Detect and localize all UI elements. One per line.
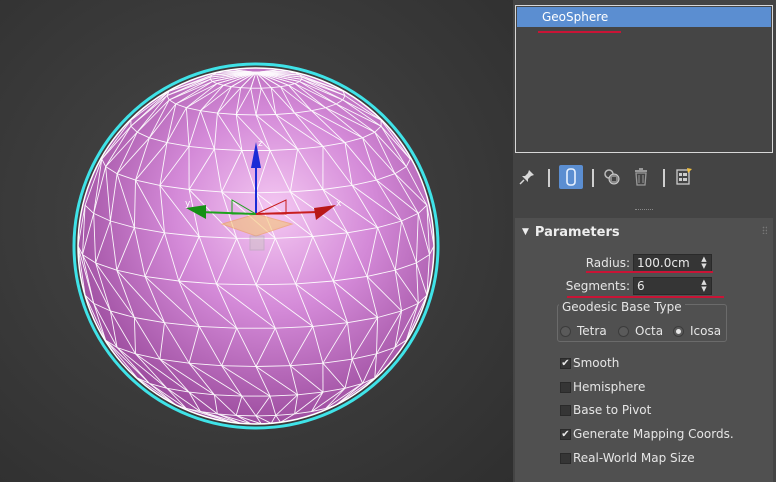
wireframe-edge <box>261 87 272 89</box>
annotation-underline <box>586 271 713 273</box>
wireframe-edge <box>240 87 251 89</box>
viewport-canvas[interactable]: z x y <box>0 0 513 482</box>
radius-spinner[interactable]: 100.0cm ▲ ▼ <box>633 254 712 272</box>
generate-mapping-coords-label: Generate Mapping Coords. <box>573 427 734 441</box>
modifier-stack-toolbar <box>513 162 776 194</box>
radio-icosa-label: Icosa <box>690 324 722 338</box>
gizmo-center-box[interactable] <box>249 235 265 251</box>
real-world-map-size-label: Real-World Map Size <box>573 451 695 465</box>
base-to-pivot-checkbox[interactable]: Base to Pivot <box>560 403 651 417</box>
panel-resize-grip[interactable] <box>513 209 776 215</box>
smooth-checkbox[interactable]: ✔ Smooth <box>560 356 619 370</box>
show-end-result-icon[interactable] <box>559 165 583 189</box>
base-to-pivot-label: Base to Pivot <box>573 403 652 417</box>
checkbox-box[interactable] <box>560 381 571 393</box>
wireframe-edge <box>255 114 276 116</box>
segments-spinner[interactable]: 6 ▲ ▼ <box>633 277 712 295</box>
checkbox-box[interactable]: ✔ <box>560 357 571 369</box>
radio-octa-label: Octa <box>635 324 664 338</box>
checkbox-box[interactable]: ✔ <box>560 428 571 440</box>
generate-mapping-coords-checkbox[interactable]: ✔ Generate Mapping Coords. <box>560 427 734 441</box>
remove-modifier-icon[interactable] <box>630 166 652 188</box>
checkbox-box[interactable] <box>560 404 571 416</box>
wireframe-edge <box>236 114 257 116</box>
parameters-rollout: ▼ Parameters Radius: 100.0cm ▲ ▼ Segments:… <box>515 218 773 482</box>
smooth-label: Smooth <box>573 356 620 370</box>
toolbar-separator <box>592 169 594 187</box>
gizmo-y-label: y <box>185 199 191 209</box>
radius-label: Radius: <box>585 256 630 270</box>
radio-dot[interactable] <box>673 325 684 337</box>
gizmo-x-label: x <box>336 199 342 209</box>
wireframe-edge <box>236 414 257 417</box>
modify-command-panel: GeoSphere ▼ Parameters Radius: 100.0cm ▲ ▼ <box>513 0 776 482</box>
perspective-viewport[interactable]: z x y <box>0 0 513 482</box>
wireframe-edge <box>255 414 276 417</box>
toolbar-separator <box>663 169 665 187</box>
segments-value[interactable]: 6 <box>637 279 645 293</box>
spinner-arrows-icon[interactable]: ▲ ▼ <box>700 279 708 293</box>
collapse-triangle-icon[interactable]: ▼ <box>522 227 529 237</box>
checkbox-box[interactable] <box>560 452 571 464</box>
radio-dot[interactable] <box>618 325 629 337</box>
radio-tetra-label: Tetra <box>577 324 607 338</box>
rollout-drag-handle-icon[interactable] <box>762 226 767 234</box>
gizmo-z-label: z <box>258 139 263 149</box>
toolbar-separator <box>548 169 550 187</box>
annotation-underline <box>538 31 621 33</box>
segments-label: Segments: <box>565 279 630 293</box>
configure-modifier-sets-icon[interactable] <box>673 166 695 188</box>
radio-tetra[interactable]: Tetra <box>560 324 607 338</box>
real-world-map-size-checkbox[interactable]: Real-World Map Size <box>560 451 695 465</box>
radio-dot[interactable] <box>560 325 571 337</box>
pin-stack-icon[interactable] <box>516 166 538 188</box>
radius-value[interactable]: 100.0cm <box>637 256 690 270</box>
radio-icosa[interactable]: Icosa <box>673 324 721 338</box>
modifier-stack-list[interactable]: GeoSphere <box>515 5 773 153</box>
annotation-underline <box>567 296 724 298</box>
rollout-header[interactable]: ▼ Parameters <box>522 225 620 240</box>
hemisphere-label: Hemisphere <box>573 380 646 394</box>
radio-octa[interactable]: Octa <box>618 324 663 338</box>
make-unique-icon[interactable] <box>601 166 623 188</box>
stack-item-geosphere[interactable]: GeoSphere <box>517 7 771 27</box>
spinner-arrows-icon[interactable]: ▲ ▼ <box>700 256 708 270</box>
hemisphere-checkbox[interactable]: Hemisphere <box>560 380 645 394</box>
rollout-title: Parameters <box>534 225 620 240</box>
geodesic-base-type-label: Geodesic Base Type <box>559 300 685 314</box>
